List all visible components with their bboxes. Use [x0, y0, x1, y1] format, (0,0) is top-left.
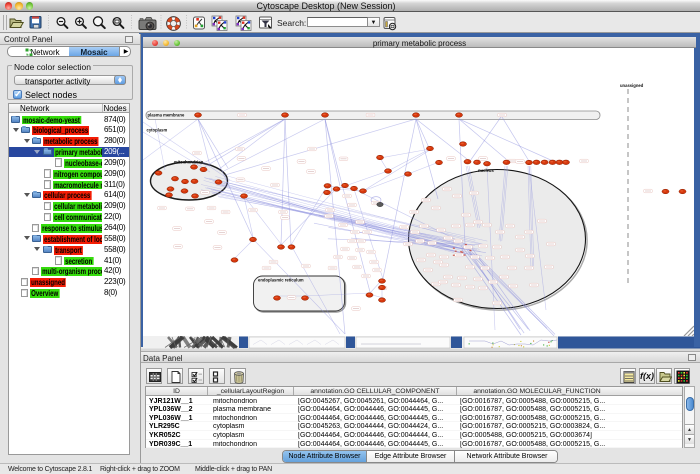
svg-text:endoplasmic reticulum: endoplasmic reticulum [258, 278, 304, 283]
svg-text:plasma membrane: plasma membrane [148, 113, 185, 118]
svg-text:mitochondrion: mitochondrion [174, 160, 204, 165]
svg-text:unassigned: unassigned [620, 83, 644, 88]
svg-text:cytoplasm: cytoplasm [147, 128, 168, 133]
svg-text:nucleus: nucleus [478, 168, 494, 173]
